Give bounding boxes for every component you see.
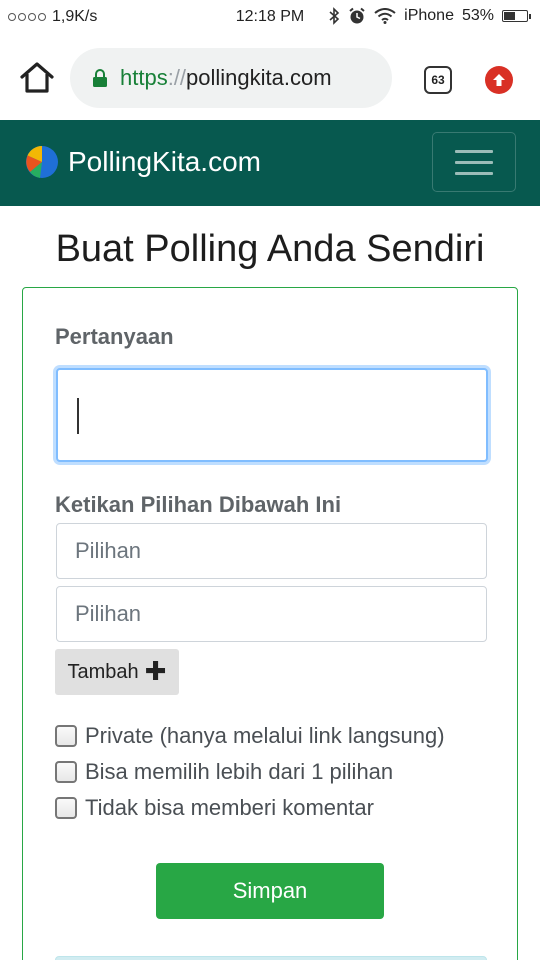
battery-icon xyxy=(502,10,531,22)
carrier-name: iPhone xyxy=(404,7,454,24)
info-alert xyxy=(55,956,487,960)
pie-chart-logo-icon[interactable] xyxy=(24,144,60,180)
update-icon xyxy=(493,74,505,86)
choice-input-1[interactable] xyxy=(56,523,487,579)
update-button[interactable] xyxy=(485,66,513,94)
tabs-button[interactable]: 63 xyxy=(424,66,452,94)
battery-percent: 53% xyxy=(461,7,494,24)
hamburger-icon-bar xyxy=(455,160,493,164)
tab-count: 63 xyxy=(431,73,445,87)
private-checkbox[interactable] xyxy=(55,725,77,747)
menu-toggle-button[interactable] xyxy=(432,132,516,192)
question-label: Pertanyaan xyxy=(55,324,174,349)
option-no-comments-label: Tidak bisa memberi komentar xyxy=(85,795,374,820)
option-no-comments[interactable]: Tidak bisa memberi komentar xyxy=(55,795,374,821)
alarm-icon xyxy=(349,7,365,24)
choice-input-2[interactable] xyxy=(56,586,487,642)
add-choice-label: Tambah xyxy=(67,660,139,683)
lock-icon xyxy=(93,69,107,87)
hamburger-icon-bar xyxy=(455,171,493,175)
save-button-label: Simpan xyxy=(232,878,308,903)
url-separator: :// xyxy=(167,65,187,90)
hamburger-icon-bar xyxy=(455,149,493,153)
brand-name[interactable]: PollingKita.com xyxy=(68,146,261,178)
url-host: pollingkita.com xyxy=(186,65,332,90)
url-text: https://pollingkita.com xyxy=(120,65,332,91)
status-bar: 1,9K/s 12:18 PM iPhone 53% xyxy=(0,0,540,36)
option-private[interactable]: Private (hanya melalui link langsung) xyxy=(55,723,445,749)
save-button[interactable]: Simpan xyxy=(156,863,384,919)
plus-icon: ✚ xyxy=(144,656,167,686)
home-button[interactable] xyxy=(18,60,56,96)
no-comments-checkbox[interactable] xyxy=(55,797,77,819)
url-scheme: https xyxy=(120,65,168,90)
browser-toolbar: https://pollingkita.com 63 xyxy=(0,36,540,120)
address-bar[interactable]: https://pollingkita.com xyxy=(70,48,392,108)
poll-form-card: Pertanyaan Ketikan Pilihan Dibawah Ini T… xyxy=(22,287,518,960)
text-caret xyxy=(77,398,79,434)
page-title: Buat Polling Anda Sendiri xyxy=(55,228,485,270)
add-choice-button[interactable]: Tambah ✚ xyxy=(55,649,179,695)
site-navbar: PollingKita.com xyxy=(0,120,540,206)
wifi-icon xyxy=(374,8,396,24)
status-right: iPhone 53% xyxy=(328,7,531,25)
multiple-choice-checkbox[interactable] xyxy=(55,761,77,783)
option-private-label: Private (hanya melalui link langsung) xyxy=(85,723,445,748)
option-multiple-choice[interactable]: Bisa memilih lebih dari 1 pilihan xyxy=(55,759,393,785)
option-multiple-choice-label: Bisa memilih lebih dari 1 pilihan xyxy=(85,759,394,784)
home-icon xyxy=(20,62,54,93)
question-input[interactable] xyxy=(56,368,488,462)
bluetooth-icon xyxy=(329,7,340,25)
choices-label: Ketikan Pilihan Dibawah Ini xyxy=(55,492,342,517)
